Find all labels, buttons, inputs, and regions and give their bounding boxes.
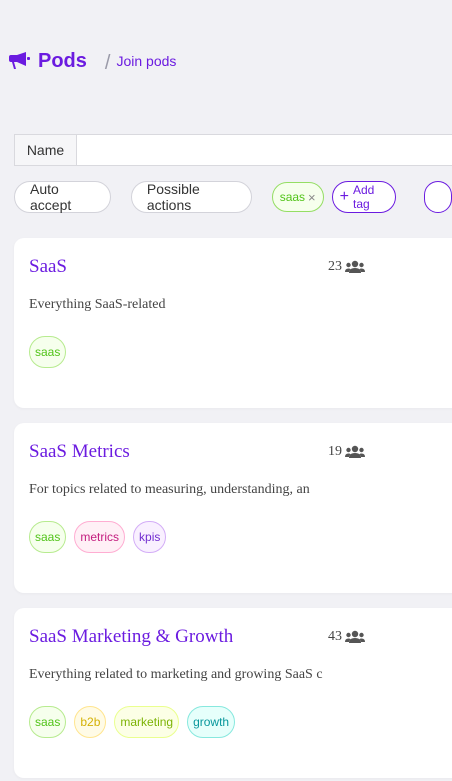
name-input[interactable]: [77, 135, 452, 165]
tag-saas[interactable]: saas: [29, 706, 67, 738]
pod-tags: saas metrics kpis: [29, 521, 174, 553]
more-filter-button[interactable]: [423, 181, 452, 213]
breadcrumb-join-pods[interactable]: Join pods: [116, 53, 176, 69]
page-title: Pods: [38, 49, 87, 72]
add-tag-label: Add tag: [352, 183, 375, 211]
pod-description: For topics related to measuring, underst…: [29, 482, 310, 497]
name-filter: Name: [14, 134, 452, 166]
member-count: 23: [328, 259, 342, 274]
pod-member-count: 19: [328, 444, 365, 460]
pod-card[interactable]: SaaS 23 Everything SaaS-related saas: [14, 238, 452, 408]
pod-name[interactable]: SaaS Metrics: [29, 441, 130, 463]
breadcrumb-separator: /: [104, 51, 111, 74]
selected-tag-saas: saas ×: [271, 182, 324, 212]
tag-kpis[interactable]: kpis: [133, 521, 167, 553]
pod-name[interactable]: SaaS Marketing & Growth: [29, 626, 233, 648]
auto-accept-button[interactable]: Auto accept: [14, 181, 111, 213]
tag-b2b[interactable]: b2b: [74, 706, 107, 738]
close-icon[interactable]: ×: [308, 190, 316, 205]
pod-tags: saas: [29, 336, 74, 368]
pod-card[interactable]: SaaS Marketing & Growth 43 Everything re…: [14, 608, 452, 778]
users-icon: [345, 445, 365, 458]
megaphone-icon: [9, 52, 30, 69]
member-count: 43: [328, 629, 342, 644]
plus-icon: +: [339, 188, 349, 205]
tag-marketing[interactable]: marketing: [114, 706, 180, 738]
users-icon: [345, 630, 365, 643]
name-field-label: Name: [15, 135, 77, 165]
selected-tag-label: saas: [279, 190, 306, 204]
tag-saas[interactable]: saas: [29, 336, 67, 368]
member-count: 19: [328, 444, 342, 459]
pod-description: Everything related to marketing and grow…: [29, 667, 323, 682]
tag-growth[interactable]: growth: [187, 706, 236, 738]
users-icon: [345, 260, 365, 273]
pod-member-count: 23: [328, 259, 365, 275]
tag-saas[interactable]: saas: [29, 521, 67, 553]
filter-bar: Auto accept Possible actions saas × + Ad…: [14, 181, 452, 213]
pod-name[interactable]: SaaS: [29, 256, 67, 278]
pod-description: Everything SaaS-related: [29, 297, 166, 312]
possible-actions-button[interactable]: Possible actions: [130, 181, 252, 213]
tag-metrics[interactable]: metrics: [74, 521, 126, 553]
pod-member-count: 43: [328, 629, 365, 645]
pod-tags: saas b2b marketing growth: [29, 706, 243, 738]
pod-card[interactable]: SaaS Metrics 19 For topics related to me…: [14, 423, 452, 593]
page-header: Pods / Join pods: [8, 48, 176, 74]
add-tag-button[interactable]: + Add tag: [331, 181, 396, 213]
